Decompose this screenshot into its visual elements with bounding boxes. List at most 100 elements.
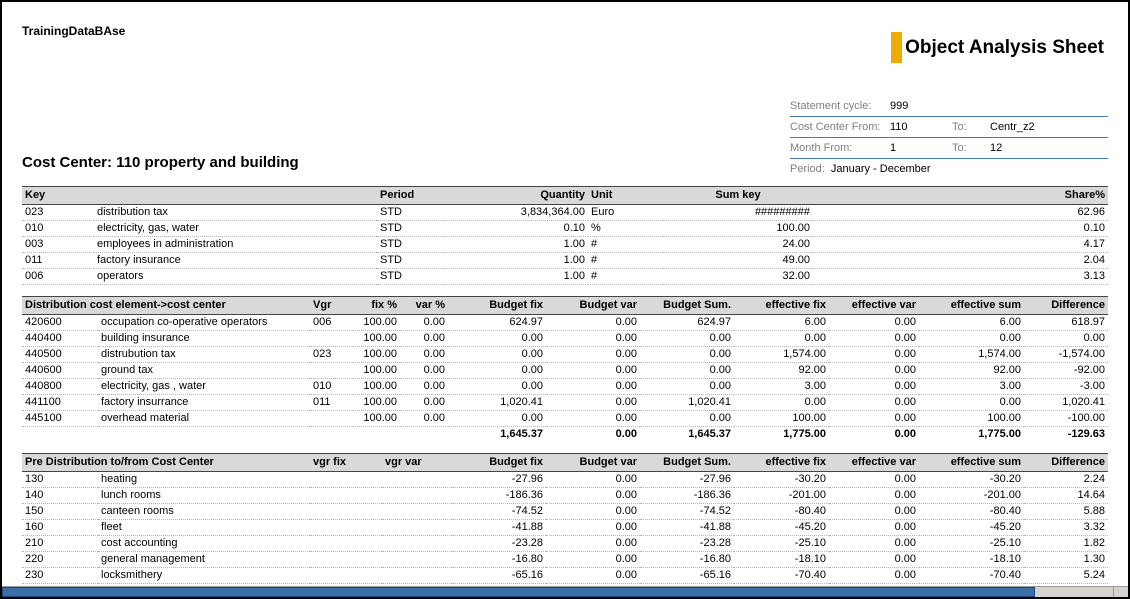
budget-sum-cell: 624.97 xyxy=(640,315,734,331)
budget-fix-cell: 0.00 xyxy=(448,379,546,395)
effective-fix-cell: 0.00 xyxy=(734,331,829,347)
col-header-budget-sum: Budget Sum. xyxy=(640,297,734,315)
scrollbar-thumb[interactable] xyxy=(2,587,1035,597)
table-row: 140lunch rooms-186.360.00-186.36-201.000… xyxy=(22,488,1108,504)
col-header-vgr: Vgr xyxy=(310,297,352,315)
effective-sum-cell: -25.10 xyxy=(919,536,1024,552)
share-cell: 62.96 xyxy=(813,205,1108,221)
budget-sum-cell: -41.88 xyxy=(640,520,734,536)
param-cost-center-range: Cost Center From: 110 To: Centr_z2 xyxy=(790,117,1108,138)
quantity-cell: 0.10 xyxy=(443,221,588,237)
quantity-cell: 3,834,364.00 xyxy=(443,205,588,221)
month-from-label: Month From: xyxy=(790,142,890,154)
budget-var-cell: 0.00 xyxy=(546,520,640,536)
budget-sum-cell: 0.00 xyxy=(640,347,734,363)
param-statement-cycle: Statement cycle: 999 xyxy=(790,96,1108,117)
name-cell: factory insurance xyxy=(94,253,377,269)
col-header-budget-fix: Budget fix xyxy=(448,297,546,315)
period-cell: STD xyxy=(377,237,443,253)
horizontal-scrollbar[interactable] xyxy=(2,586,1113,597)
difference-cell: -3.00 xyxy=(1024,379,1108,395)
vgr-cell: 010 xyxy=(310,379,352,395)
param-period: Period: January - December xyxy=(790,159,1108,180)
effective-sum-cell: -70.40 xyxy=(919,568,1024,584)
unit-cell: Euro xyxy=(588,205,663,221)
budget-var-cell: 0.00 xyxy=(546,347,640,363)
difference-cell: 3.32 xyxy=(1024,520,1108,536)
effective-sum-cell: 92.00 xyxy=(919,363,1024,379)
budget-fix-cell: -186.36 xyxy=(452,488,546,504)
effective-fix-cell: -18.10 xyxy=(734,552,829,568)
database-title: TrainingDataBAse xyxy=(22,24,125,38)
param-month-range: Month From: 1 To: 12 xyxy=(790,138,1108,159)
title-marker-bar xyxy=(891,32,902,63)
budget-sum-cell: -23.28 xyxy=(640,536,734,552)
vgr-fix-cell xyxy=(310,520,382,536)
vgr-fix-cell xyxy=(310,552,382,568)
col-header-budget-var: Budget var xyxy=(546,297,640,315)
table-row: 003employees in administrationSTD1.00#24… xyxy=(22,237,1108,253)
col-header-quantity: Quantity xyxy=(443,187,588,205)
effective-fix-cell: -45.20 xyxy=(734,520,829,536)
effective-var-cell: 0.00 xyxy=(829,472,919,488)
difference-cell: 14.64 xyxy=(1024,488,1108,504)
vgr-var-cell xyxy=(382,472,452,488)
effective-var-cell: 0.00 xyxy=(829,379,919,395)
table-row: 010electricity, gas, waterSTD0.10%100.00… xyxy=(22,221,1108,237)
col-header-sum-key: Sum key xyxy=(663,187,813,205)
table-row: 230locksmithery-65.160.00-65.16-70.400.0… xyxy=(22,568,1108,584)
cost-center-from-label: Cost Center From: xyxy=(790,121,890,133)
var-pct-cell: 0.00 xyxy=(400,411,448,427)
pre-distribution-table: Pre Distribution to/from Cost Center vgr… xyxy=(22,453,1108,584)
cost-center-heading: Cost Center: 110 property and building xyxy=(22,154,299,171)
key-cell: 440400 xyxy=(22,331,98,347)
budget-sum-cell: 0.00 xyxy=(640,363,734,379)
key-cell: 441100 xyxy=(22,395,98,411)
name-cell: distrubution tax xyxy=(98,347,310,363)
difference-cell: 1,020.41 xyxy=(1024,395,1108,411)
quantity-cell: 1.00 xyxy=(443,237,588,253)
budget-var-cell: 0.00 xyxy=(546,472,640,488)
table2-title: Distribution cost element->cost center xyxy=(22,297,310,315)
cost-center-to-label: To: xyxy=(952,121,990,133)
report-parameters: Statement cycle: 999 Cost Center From: 1… xyxy=(790,96,1108,180)
budget-sum-cell: -65.16 xyxy=(640,568,734,584)
difference-cell: -1,574.00 xyxy=(1024,347,1108,363)
difference-cell: 1.82 xyxy=(1024,536,1108,552)
budget-var-cell: 0.00 xyxy=(546,395,640,411)
quantity-cell: 1.00 xyxy=(443,253,588,269)
quantity-cell: 1.00 xyxy=(443,269,588,285)
col-header-name xyxy=(94,187,377,205)
key-cell: 440600 xyxy=(22,363,98,379)
col-header-vgr-fix: vgr fix xyxy=(310,454,382,472)
vgr-fix-cell xyxy=(310,504,382,520)
key-cell: 220 xyxy=(22,552,98,568)
vgr-cell xyxy=(310,363,352,379)
col-header-effective-sum: effective sum xyxy=(919,454,1024,472)
col-header-vgr-var: vgr var xyxy=(382,454,452,472)
name-cell: ground tax xyxy=(98,363,310,379)
effective-fix-cell: -25.10 xyxy=(734,536,829,552)
share-cell: 2.04 xyxy=(813,253,1108,269)
vgr-var-cell xyxy=(382,552,452,568)
unit-cell: % xyxy=(588,221,663,237)
totals-budget-sum: 1,645.37 xyxy=(640,427,734,443)
effective-fix-cell: 92.00 xyxy=(734,363,829,379)
table-row: 440800electricity, gas , water010100.000… xyxy=(22,379,1108,395)
effective-var-cell: 0.00 xyxy=(829,520,919,536)
budget-sum-cell: -27.96 xyxy=(640,472,734,488)
budget-sum-cell: 1,020.41 xyxy=(640,395,734,411)
report-page: TrainingDataBAse Object Analysis Sheet S… xyxy=(0,0,1130,599)
effective-var-cell: 0.00 xyxy=(829,552,919,568)
table3-body: 130heating-27.960.00-27.96-30.200.00-30.… xyxy=(22,472,1108,584)
var-pct-cell: 0.00 xyxy=(400,363,448,379)
fix-pct-cell: 100.00 xyxy=(352,363,400,379)
effective-sum-cell: 0.00 xyxy=(919,331,1024,347)
effective-sum-cell: -45.20 xyxy=(919,520,1024,536)
budget-fix-cell: 0.00 xyxy=(448,347,546,363)
budget-fix-cell: -41.88 xyxy=(452,520,546,536)
fix-pct-cell: 100.00 xyxy=(352,347,400,363)
fix-pct-cell: 100.00 xyxy=(352,379,400,395)
name-cell: electricity, gas , water xyxy=(98,379,310,395)
fix-pct-cell: 100.00 xyxy=(352,315,400,331)
